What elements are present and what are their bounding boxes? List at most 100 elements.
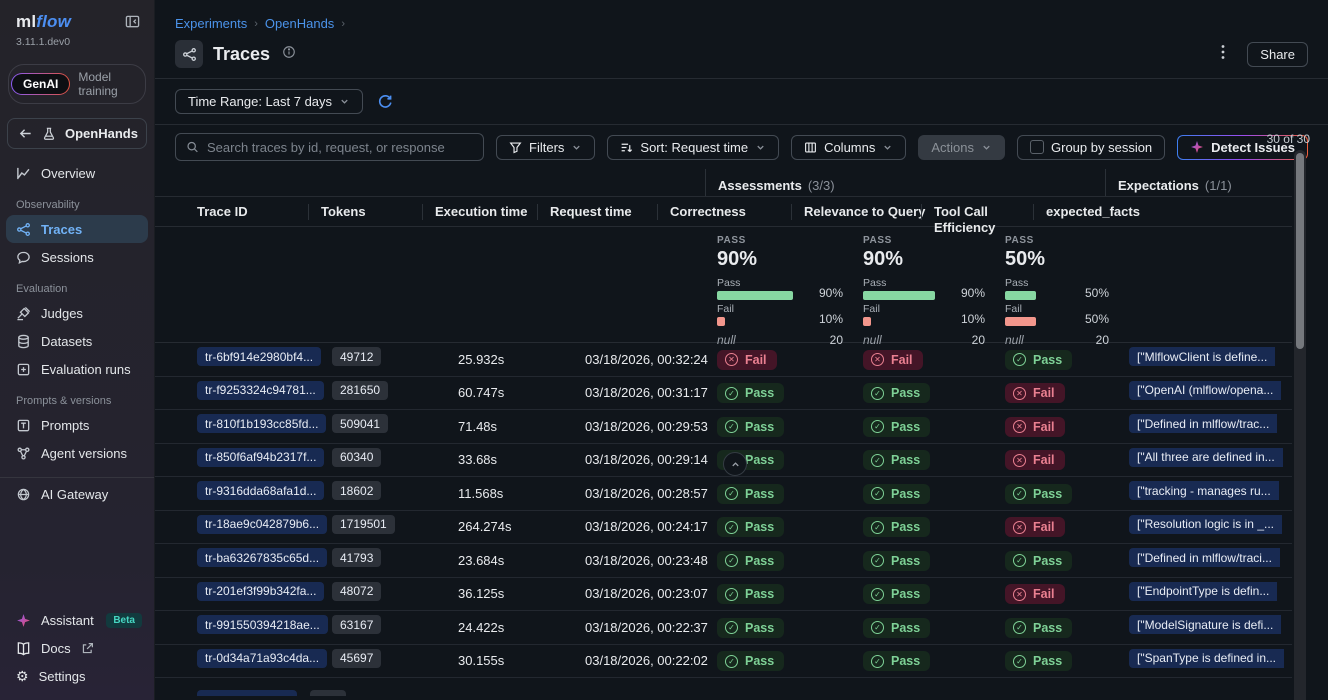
trace-id-link[interactable]: tr-850f6af94b2317f... xyxy=(197,448,324,467)
sidebar-item-prompts[interactable]: Prompts xyxy=(0,411,154,439)
sidebar-item-traces[interactable]: Traces xyxy=(6,215,148,243)
tool-call-efficiency-badge[interactable]: Fail xyxy=(1005,450,1065,470)
table-row[interactable]: tr-201ef3f99b342fa... 48072 36.125s 03/1… xyxy=(155,578,1292,612)
column-header-request-time[interactable]: Request time xyxy=(537,204,669,220)
table-row[interactable]: tr-0d34a71a93c4da... 45697 30.155s 03/18… xyxy=(155,645,1292,679)
columns-button[interactable]: Columns xyxy=(791,135,906,160)
toggle-model-training[interactable]: Model training xyxy=(70,67,143,101)
table-row[interactable]: tr-9316dda68afa1d... 18602 11.568s 03/18… xyxy=(155,477,1292,511)
expected-facts-value[interactable]: ["SpanType is defined in... xyxy=(1129,649,1284,668)
toolbar: Filters Sort: Request time Columns Actio… xyxy=(155,125,1328,169)
correctness-badge[interactable]: Pass xyxy=(717,517,784,537)
correctness-badge[interactable]: Pass xyxy=(717,383,784,403)
correctness-badge[interactable]: Fail xyxy=(717,350,777,370)
expected-facts-value[interactable]: ["ModelSignature is defi... xyxy=(1129,615,1281,634)
table-row[interactable]: tr-810f1b193cc85fd... 509041 71.48s 03/1… xyxy=(155,410,1292,444)
table-row[interactable]: tr-6bf914e2980bf4... 49712 25.932s 03/18… xyxy=(155,343,1292,377)
relevance-badge[interactable]: Pass xyxy=(863,618,930,638)
table-row[interactable]: tr-f9253324c94781... 281650 60.747s 03/1… xyxy=(155,377,1292,411)
trace-id-link[interactable]: tr-18ae9c042879b6... xyxy=(197,515,327,534)
relevance-badge[interactable]: Pass xyxy=(863,484,930,504)
column-header-relevance[interactable]: Relevance to Query xyxy=(791,204,933,220)
tool-call-efficiency-badge[interactable]: Pass xyxy=(1005,651,1072,671)
sidebar-collapse-icon[interactable] xyxy=(125,14,140,34)
column-header-expected-facts[interactable]: expected_facts xyxy=(1033,204,1292,220)
refresh-icon[interactable] xyxy=(377,94,393,110)
sidebar-item-agent-versions[interactable]: Agent versions xyxy=(0,439,154,467)
sidebar-item-settings[interactable]: ⚙ Settings xyxy=(0,662,154,690)
trace-id-link[interactable]: tr-ba63267835c65d... xyxy=(197,548,327,567)
tool-call-efficiency-badge[interactable]: Pass xyxy=(1005,618,1072,638)
expected-facts-value[interactable]: ["Defined in mlflow/trac... xyxy=(1129,414,1277,433)
sidebar-item-datasets[interactable]: Datasets xyxy=(0,327,154,355)
expected-facts-value[interactable]: ["OpenAI (mlflow/opena... xyxy=(1129,381,1281,400)
tool-call-efficiency-badge[interactable]: Pass xyxy=(1005,551,1072,571)
column-header-tokens[interactable]: Tokens xyxy=(308,204,434,220)
breadcrumb-openhands[interactable]: OpenHands xyxy=(265,16,334,31)
collapse-summary-button[interactable] xyxy=(723,452,747,476)
tool-call-efficiency-badge[interactable]: Pass xyxy=(1005,350,1072,370)
group-by-session-checkbox[interactable] xyxy=(1030,140,1044,154)
group-by-session-button[interactable]: Group by session xyxy=(1017,135,1165,160)
trace-id-link[interactable]: tr-201ef3f99b342fa... xyxy=(197,582,324,601)
trace-id-link[interactable]: tr-9316dda68afa1d... xyxy=(197,481,324,500)
trace-id-link[interactable]: tr-991550394218ae... xyxy=(197,615,328,634)
column-header-correctness[interactable]: Correctness xyxy=(657,204,803,220)
relevance-badge[interactable]: Pass xyxy=(863,651,930,671)
relevance-badge[interactable]: Pass xyxy=(863,417,930,437)
tool-call-efficiency-badge[interactable]: Fail xyxy=(1005,417,1065,437)
table-row[interactable]: tr-18ae9c042879b6... 1719501 264.274s 03… xyxy=(155,511,1292,545)
sidebar-item-ai-gateway[interactable]: AI Gateway xyxy=(0,480,154,508)
overflow-menu-icon[interactable] xyxy=(1215,42,1231,67)
trace-id-link[interactable]: tr-f9253324c94781... xyxy=(197,381,324,400)
share-button[interactable]: Share xyxy=(1247,42,1308,67)
tool-call-efficiency-badge[interactable]: Fail xyxy=(1005,517,1065,537)
correctness-badge[interactable]: Pass xyxy=(717,551,784,571)
table-row[interactable]: tr-991550394218ae... 63167 24.422s 03/18… xyxy=(155,611,1292,645)
relevance-badge[interactable]: Pass xyxy=(863,383,930,403)
correctness-badge[interactable]: Pass xyxy=(717,417,784,437)
correctness-badge[interactable]: Pass xyxy=(717,584,784,604)
breadcrumb-experiments[interactable]: Experiments xyxy=(175,16,247,31)
sidebar-item-overview[interactable]: Overview xyxy=(0,159,154,187)
info-icon[interactable] xyxy=(282,45,296,64)
correctness-badge[interactable]: Pass xyxy=(717,618,784,638)
trace-id-link[interactable]: tr-810f1b193cc85fd... xyxy=(197,414,326,433)
column-header-execution-time[interactable]: Execution time xyxy=(422,204,549,220)
search-input[interactable] xyxy=(207,140,473,155)
expected-facts-value[interactable]: ["All three are defined in... xyxy=(1129,448,1283,467)
relevance-badge[interactable]: Pass xyxy=(863,551,930,571)
expected-facts-value[interactable]: ["tracking - manages ru... xyxy=(1129,481,1279,500)
column-header-tool-call-efficiency[interactable]: Tool Call Efficiency xyxy=(921,204,1045,220)
trace-id-link[interactable]: tr-6bf914e2980bf4... xyxy=(197,347,321,366)
sidebar-item-evaluation-runs[interactable]: Evaluation runs xyxy=(0,355,154,383)
correctness-badge[interactable]: Pass xyxy=(717,651,784,671)
sidebar-item-assistant[interactable]: Assistant Beta xyxy=(0,606,154,634)
experiment-selector[interactable]: OpenHands xyxy=(7,118,147,149)
expected-facts-value[interactable]: ["Defined in mlflow/traci... xyxy=(1129,548,1280,567)
toggle-genai[interactable]: GenAI xyxy=(11,73,70,95)
correctness-badge[interactable]: Pass xyxy=(717,484,784,504)
vertical-scrollbar-thumb[interactable] xyxy=(1296,153,1304,349)
tool-call-efficiency-badge[interactable]: Pass xyxy=(1005,484,1072,504)
column-header-trace-id[interactable]: Trace ID xyxy=(185,204,320,220)
filters-button[interactable]: Filters xyxy=(496,135,595,160)
table-row[interactable]: tr-ba63267835c65d... 41793 23.684s 03/18… xyxy=(155,544,1292,578)
sidebar-item-sessions[interactable]: Sessions xyxy=(0,243,154,271)
relevance-badge[interactable]: Pass xyxy=(863,450,930,470)
time-range-button[interactable]: Time Range: Last 7 days xyxy=(175,89,363,114)
tool-call-efficiency-badge[interactable]: Fail xyxy=(1005,584,1065,604)
trace-id-link[interactable]: tr-0d34a71a93c4da... xyxy=(197,649,327,668)
sidebar-item-judges[interactable]: Judges xyxy=(0,299,154,327)
relevance-badge[interactable]: Pass xyxy=(863,584,930,604)
relevance-badge[interactable]: Pass xyxy=(863,517,930,537)
actions-button[interactable]: Actions xyxy=(918,135,1005,160)
relevance-badge[interactable]: Fail xyxy=(863,350,923,370)
request-time-value: 03/18/2026, 00:28:57 xyxy=(585,486,717,501)
tool-call-efficiency-badge[interactable]: Fail xyxy=(1005,383,1065,403)
expected-facts-value[interactable]: ["MlflowClient is define... xyxy=(1129,347,1275,366)
sort-button[interactable]: Sort: Request time xyxy=(607,135,779,160)
expected-facts-value[interactable]: ["Resolution logic is in _... xyxy=(1129,515,1282,534)
sidebar-item-docs[interactable]: Docs xyxy=(0,634,154,662)
expected-facts-value[interactable]: ["EndpointType is defin... xyxy=(1129,582,1277,601)
